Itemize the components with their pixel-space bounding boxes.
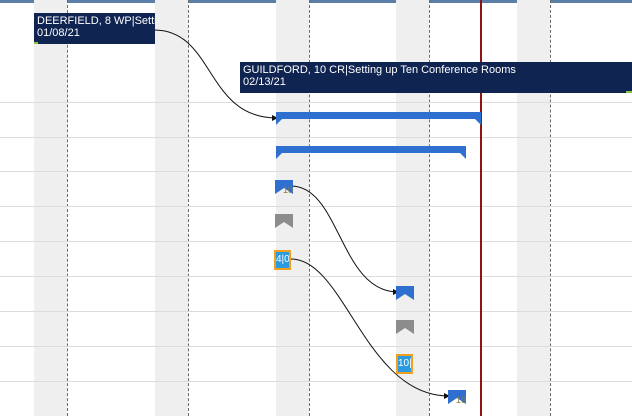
callout-accent [626,91,632,93]
callout-date: 01/08/21 [37,27,80,39]
task-callout-deerfield[interactable]: DEERFIELD, 8 WP|Settin 01/08/21 [34,13,155,44]
milestone-marker[interactable] [396,286,414,300]
task-callout-guildford[interactable]: GUILDFORD, 10 CR|Setting up Ten Conferen… [240,62,632,93]
callout-accent [34,42,38,44]
callout-title: DEERFIELD, 8 WP|Settin [37,15,155,27]
link-task-to-milestone [290,258,450,399]
milestone-marker[interactable] [275,214,293,228]
summary-bar[interactable] [276,146,466,159]
gantt-chart-area[interactable]: DEERFIELD, 8 WP|Settin 01/08/21 GUILDFOR… [0,0,632,416]
task-box[interactable]: 10| [396,354,413,374]
milestone-icon [396,320,414,334]
milestone-label: 10 [456,395,467,405]
milestone-marker[interactable] [396,320,414,334]
callout-title: GUILDFORD, 10 CR|Setting up Ten Conferen… [243,64,516,76]
link-milestone-to-milestone [290,185,399,295]
milestone-icon [275,214,293,228]
task-box[interactable]: 4|0 [274,250,291,270]
milestone-label: 10 [283,185,294,195]
callout-date: 02/13/21 [243,76,286,88]
milestone-marker[interactable]: 10 [275,180,294,195]
summary-bar[interactable] [276,112,481,125]
milestone-icon [396,286,414,300]
milestone-marker[interactable]: 10 [448,390,467,405]
